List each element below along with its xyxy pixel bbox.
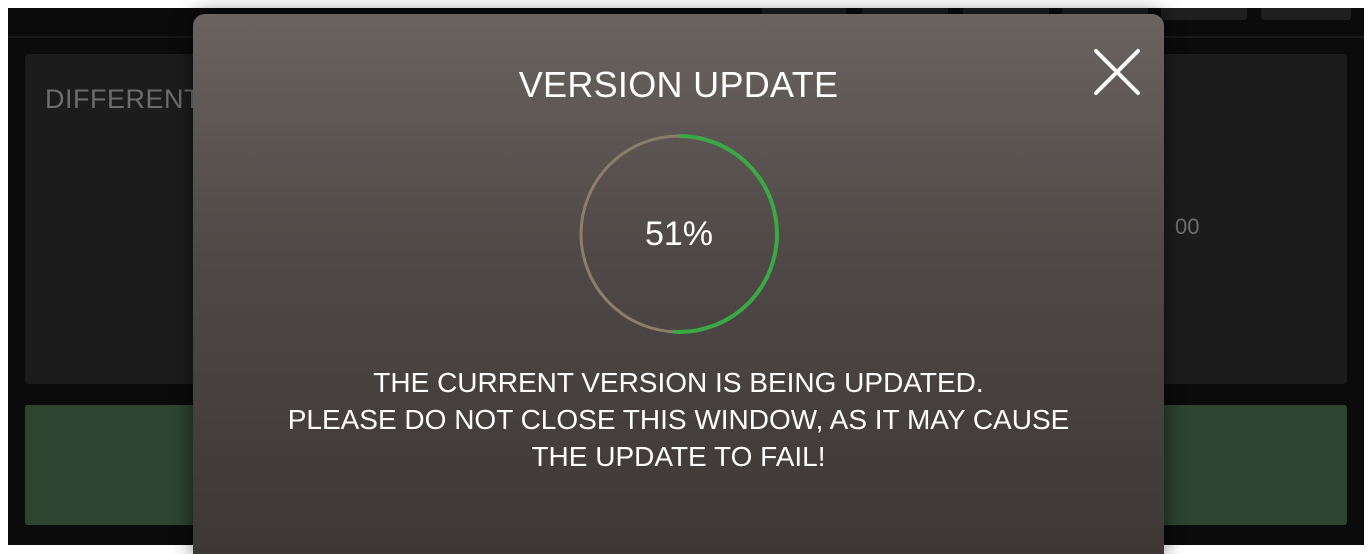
dialog-title: VERSION UPDATE xyxy=(518,64,839,105)
toolbar-button[interactable] xyxy=(1261,8,1351,20)
update-message: THE CURRENT VERSION IS BEING UPDATED. PL… xyxy=(193,364,1164,475)
message-line: PLEASE DO NOT CLOSE THIS WINDOW, AS IT M… xyxy=(287,404,1070,435)
message-line: THE CURRENT VERSION IS BEING UPDATED. xyxy=(373,367,984,398)
card-value: 00 xyxy=(1175,214,1200,239)
card-title: DIFFERENT xyxy=(45,84,201,114)
close-button[interactable] xyxy=(1088,43,1146,101)
version-update-dialog: VERSION UPDATE 51% THE CURRENT VERSION I… xyxy=(193,14,1164,554)
toolbar-button[interactable] xyxy=(1161,8,1247,20)
message-line: THE UPDATE TO FAIL! xyxy=(531,441,826,472)
progress-percent: 51% xyxy=(644,215,714,253)
close-icon xyxy=(1094,49,1140,95)
